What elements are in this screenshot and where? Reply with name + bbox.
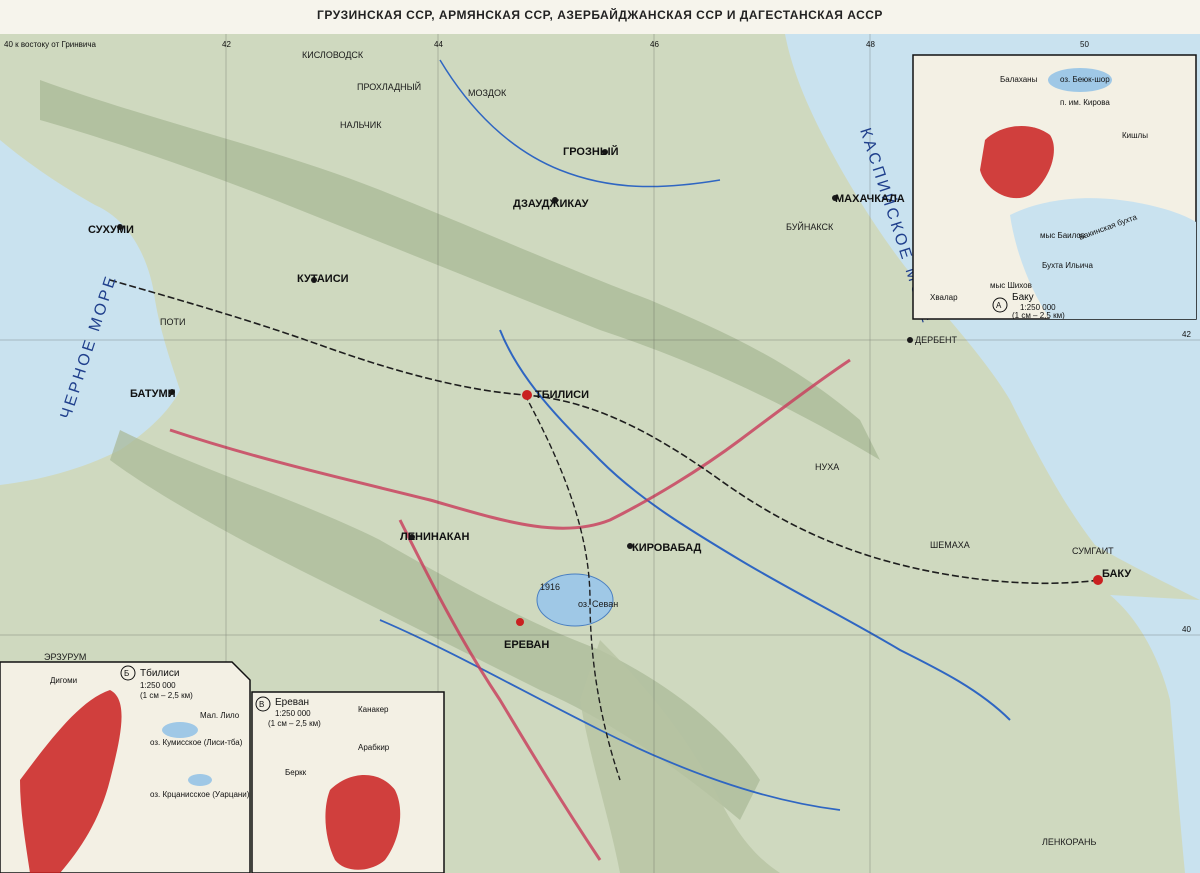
inset-baku-place-0: Балаханы xyxy=(1000,75,1038,84)
inset-yerevan-scale-note: (1 см – 2,5 км) xyxy=(268,719,321,728)
inset-baku-place-6: мыс Шихов xyxy=(990,281,1032,290)
lat-label-40: 40 xyxy=(1182,625,1191,634)
map-canvas: 40 к востоку от Гринвича 42 44 46 48 50 … xyxy=(0,34,1200,873)
inset-tbilisi-scale-note: (1 см – 2,5 км) xyxy=(140,691,193,700)
inset-baku-title: Баку xyxy=(1012,292,1034,303)
inset-baku-lake: оз. Беюк-шор xyxy=(1060,75,1110,84)
inset-yerevan-letter: В xyxy=(259,700,264,709)
lake-sevan-label: оз. Севан xyxy=(578,599,618,609)
inset-yerevan-title: Ереван xyxy=(275,697,309,708)
lake-sevan-level: 1916 xyxy=(540,582,560,592)
inset-tbilisi-scale: 1:250 000 xyxy=(140,681,176,690)
lon-note: 40 к востоку от Гринвича xyxy=(4,40,97,49)
city-poti: ПОТИ xyxy=(160,317,185,327)
inset-yerevan-place-2: Беркк xyxy=(285,768,307,777)
lon-label-48: 48 xyxy=(866,40,875,49)
inset-baku-place-2: Кишлы xyxy=(1122,131,1148,140)
city-shemakha: ШЕМАХА xyxy=(930,540,970,550)
city-mozdok: МОЗДОК xyxy=(468,88,507,98)
inset-tbilisi: Б Тбилиси 1:250 000 (1 см – 2,5 км) оз. … xyxy=(0,661,251,873)
city-nukha: НУХА xyxy=(815,462,839,472)
city-grozny: ГРОЗНЫЙ xyxy=(563,145,619,158)
city-baku: БАКУ xyxy=(1102,568,1131,580)
inset-yerevan-place-0: Канакер xyxy=(358,705,389,714)
inset-baku-scale-note: (1 см – 2,5 км) xyxy=(1012,311,1065,320)
city-lenkoran: ЛЕНКОРАНЬ xyxy=(1042,837,1096,847)
inset-baku-place-3: мыс Баилов xyxy=(1040,231,1085,240)
city-erzurum: ЭРЗУРУМ xyxy=(44,652,86,662)
city-nalchik: НАЛЬЧИК xyxy=(340,120,382,130)
city-batumi: БАТУМИ xyxy=(130,388,176,400)
inset-yerevan-scale: 1:250 000 xyxy=(275,709,311,718)
inset-tbilisi-title: Тбилиси xyxy=(140,667,179,679)
city-leninakan: ЛЕНИНАКАН xyxy=(400,531,469,543)
city-dzaudzhikau: ДЗАУДЖИКАУ xyxy=(513,198,589,210)
inset-baku-letter: А xyxy=(996,301,1002,310)
lon-label-50: 50 xyxy=(1080,40,1089,49)
inset-yerevan: В Ереван 1:250 000 (1 см – 2,5 км) Канак… xyxy=(251,691,445,873)
city-sukhumi: СУХУМИ xyxy=(88,224,134,236)
city-buinaksk: БУЙНАКСК xyxy=(786,221,834,232)
lon-label-46: 46 xyxy=(650,40,659,49)
inset-baku-place-1: п. им. Кирова xyxy=(1060,98,1110,107)
inset-tbilisi-place-0: Дигоми xyxy=(50,676,77,685)
inset-tbilisi-lake-0: оз. Кумисское (Лиси-тба) xyxy=(150,738,243,747)
lon-label-42: 42 xyxy=(222,40,231,49)
city-makhachkala: МАХАЧКАЛА xyxy=(835,193,905,205)
inset-tbilisi-place-1: Мал. Лило xyxy=(200,711,240,720)
map-root: ГРУЗИНСКАЯ ССР, АРМЯНСКАЯ ССР, АЗЕРБАЙДЖ… xyxy=(0,0,1200,873)
city-yerevan: ЕРЕВАН xyxy=(504,639,549,651)
inset-baku-place-5: Хвалар xyxy=(930,293,958,302)
city-sumgait: СУМГАИТ xyxy=(1072,546,1114,556)
inset-tbilisi-lake-1: оз. Крцанисское (Уарцани) xyxy=(150,790,250,799)
city-prokhladny: ПРОХЛАДНЫЙ xyxy=(357,81,421,92)
city-kirovabad: КИРОВАБАД xyxy=(632,542,702,554)
city-derbent: ДЕРБЕНТ xyxy=(915,335,958,345)
city-kislovodsk: КИСЛОВОДСК xyxy=(302,50,364,60)
inset-baku-place-4: Бухта Ильича xyxy=(1042,261,1093,270)
lat-label-42: 42 xyxy=(1182,330,1191,339)
inset-tbilisi-letter: Б xyxy=(124,669,129,678)
city-kutaisi: КУТАИСИ xyxy=(297,273,349,285)
city-tbilisi: ТБИЛИСИ xyxy=(535,389,589,401)
inset-yerevan-place-1: Арабкир xyxy=(358,743,390,752)
inset-baku: А Баку 1:250 000 (1 см – 2,5 км) Бакинск… xyxy=(912,54,1197,320)
lon-label-44: 44 xyxy=(434,40,443,49)
